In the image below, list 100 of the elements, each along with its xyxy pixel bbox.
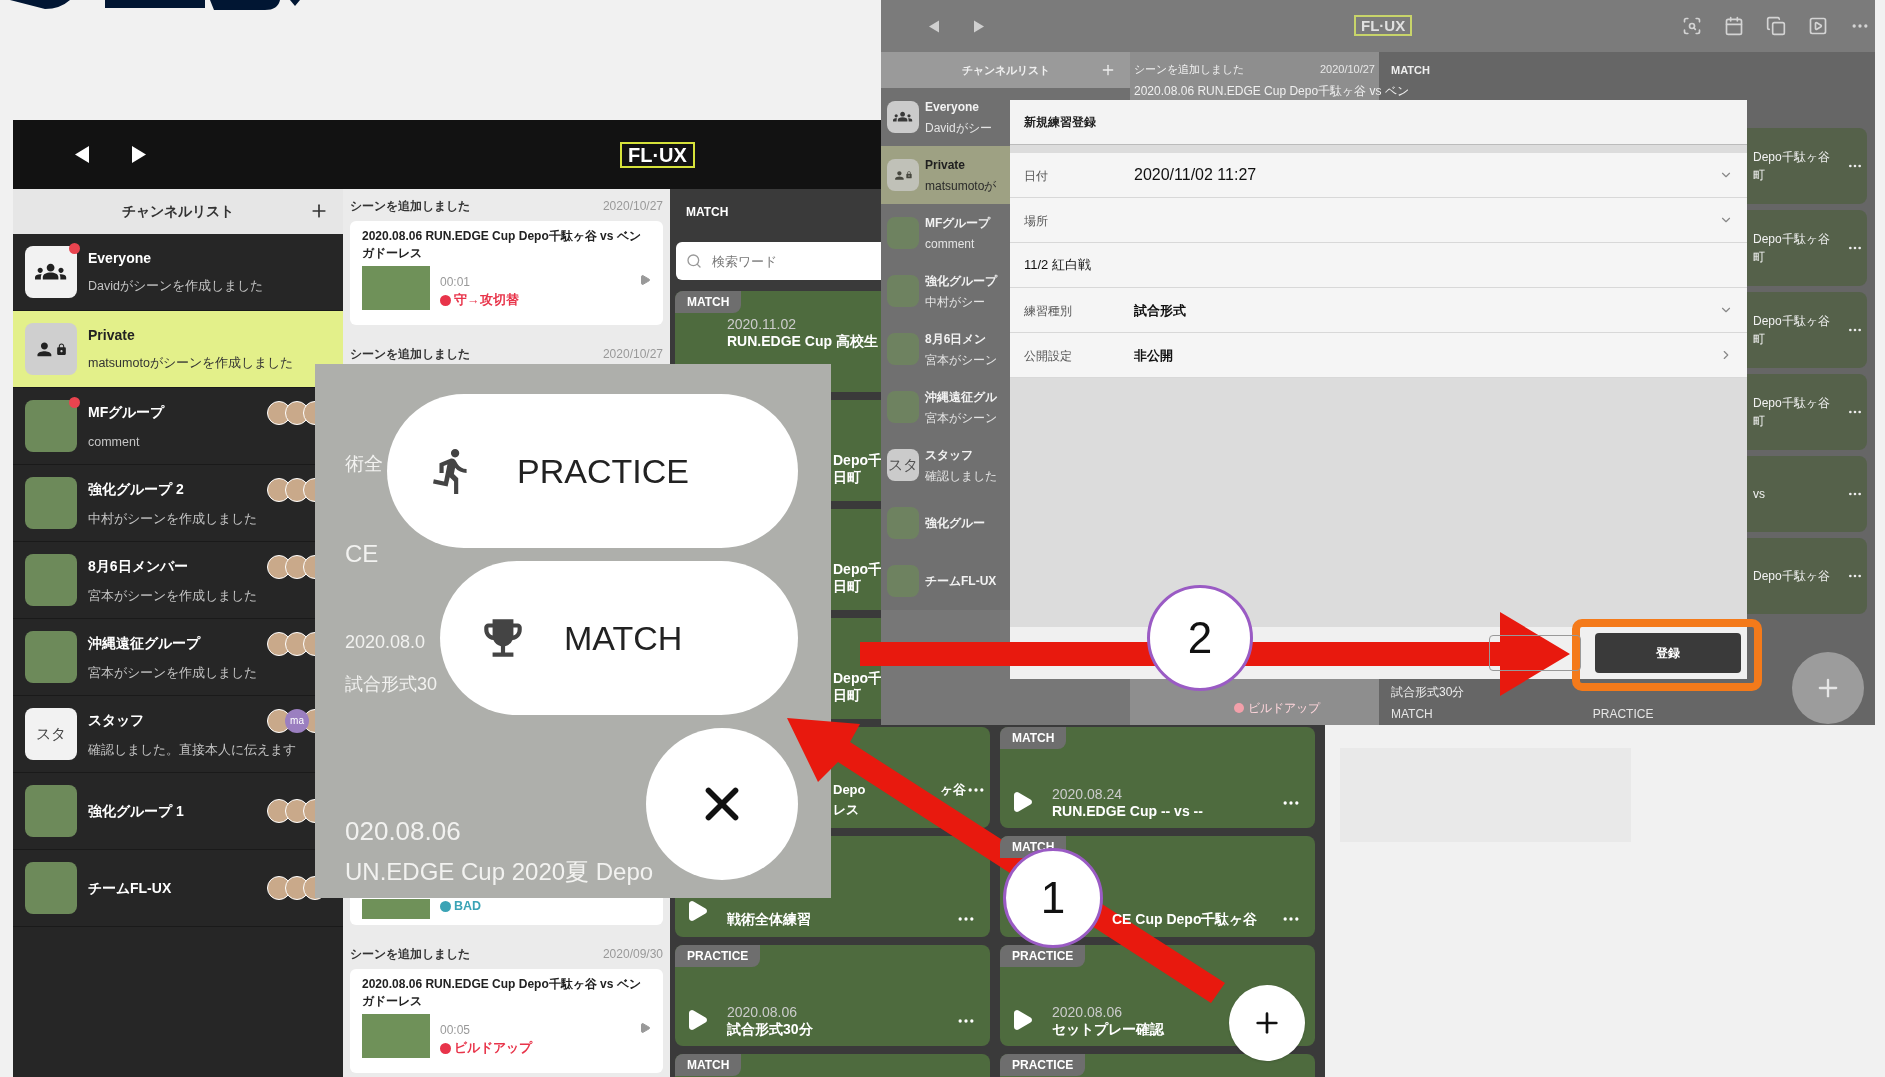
scene-card[interactable]: 2020.08.06 RUN.EDGE Cup Depo千駄ヶ谷 vs ベンガドーレス 00:05 ビルドアップ: [350, 969, 663, 1073]
feed-date: 2020/10/27: [1319, 61, 1375, 77]
scene-title: 2020.08.06 RUN.EDGE Cup Depo千駄ヶ谷 vs ベンガドーレス: [362, 228, 642, 262]
match-button[interactable]: MATCH: [440, 561, 798, 715]
link-field[interactable]: 公開設定 非公開: [1010, 333, 1747, 378]
channel-list-title: チャンネルリスト: [961, 62, 1050, 78]
channel-name: 沖縄遠征グループ: [88, 634, 200, 654]
photo-placeholder: [25, 477, 77, 529]
scene-tag: ビルドアップ: [454, 1039, 532, 1058]
channel-name: 強化グルー: [925, 515, 985, 532]
back-arrow-icon[interactable]: [75, 146, 89, 163]
card-title: vs: [1753, 486, 1765, 503]
video-card[interactable]: MATCH: [675, 1054, 990, 1077]
feed-date: 2020/10/27: [602, 346, 663, 363]
field-value: 2020/11/02 11:27: [1134, 166, 1257, 183]
channel-name: 強化グループ 1: [88, 801, 184, 821]
feed-header: シーンを追加しました: [350, 198, 470, 215]
card-title: CE Cup Depo千駄ヶ谷: [1112, 910, 1258, 928]
channel-subtitle: matsumotoが: [925, 177, 997, 195]
channel-item[interactable]: Private matsumotoがシーンを作成しました: [13, 311, 343, 388]
card-title: Depo千駄ヶ谷: [1753, 313, 1830, 330]
play-icon[interactable]: [639, 1022, 651, 1034]
channel-name: Private: [925, 156, 966, 174]
video-card[interactable]: Depo千駄ヶ谷 町: [1747, 374, 1867, 450]
card-title: 町: [1753, 413, 1765, 430]
channel-name: スタッフ: [925, 446, 973, 464]
video-card[interactable]: MATCH 2020.08.24 RUN.EDGE Cup -- vs --: [1000, 727, 1315, 828]
dialog-title: 新規練習登録: [1024, 114, 1096, 131]
channel-list-title: チャンネルリスト: [122, 202, 234, 221]
card-date: 2020.08.24: [1052, 785, 1123, 803]
card-label: MATCH: [1391, 706, 1433, 723]
channel-subtitle: 確認しました: [925, 467, 997, 485]
channel-name: チームFL-UX: [88, 878, 172, 898]
channel-subtitle: matsumotoがシーンを作成しました: [88, 355, 293, 373]
card-title: Depo: [833, 782, 866, 798]
card-title: Depo千: [833, 560, 882, 578]
photo-placeholder: [25, 785, 77, 837]
card-title: 日町: [833, 577, 861, 595]
copy-icon[interactable]: [1766, 16, 1787, 36]
card-title: Depo千駄ヶ谷: [1753, 149, 1830, 166]
person-lock-icon: [887, 159, 919, 191]
feed-date: 2020/10/27: [602, 198, 663, 215]
submit-button[interactable]: 登録: [1595, 633, 1741, 673]
person-lock-icon: [25, 323, 77, 375]
scan-search-icon[interactable]: [1682, 16, 1703, 36]
play-icon[interactable]: [639, 274, 651, 286]
card-title: Depo千: [833, 451, 882, 469]
card-date: 2020.11.02: [727, 315, 797, 333]
scene-tag: BAD: [454, 897, 482, 916]
video-card[interactable]: Depo千駄ヶ谷: [1747, 538, 1867, 614]
video-card[interactable]: Depo千駄ヶ谷 町: [1747, 292, 1867, 368]
channel-name: 強化グループ 2: [88, 480, 184, 500]
card-label: PRACTICE: [1592, 706, 1654, 723]
card-title: 町: [1753, 167, 1765, 184]
logo: FL·UX: [620, 141, 695, 168]
photo-placeholder: [25, 400, 77, 452]
faded-text: CE: [345, 539, 379, 569]
video-card[interactable]: PRACTICE: [1000, 1054, 1315, 1077]
faded-text: 020.08.06: [345, 815, 461, 848]
scene-card[interactable]: 2020.08.06 RUN.EDGE Cup Depo千駄ヶ谷 vs ベンガドーレス 00:01 守→攻切替: [350, 221, 663, 325]
card-label: MATCH: [1000, 727, 1067, 749]
channel-subtitle: comment: [88, 433, 140, 451]
select-field[interactable]: 場所: [1010, 198, 1747, 243]
channel-subtitle: 宮本がシーンを作成しました: [88, 587, 257, 605]
scene-title: 2020.08.06 RUN.EDGE Cup Depo千駄ヶ谷 vs ベン: [1134, 83, 1409, 100]
practice-button[interactable]: PRACTICE: [387, 394, 798, 548]
faded-text: 術全: [345, 452, 383, 476]
card-label: PRACTICE: [675, 945, 761, 967]
photo-placeholder: [25, 554, 77, 606]
card-title: Depo千駄ヶ谷: [1753, 231, 1830, 248]
channel-subtitle: comment: [925, 235, 975, 253]
photo-placeholder: [25, 631, 77, 683]
video-card[interactable]: Depo千駄ヶ谷 町: [1747, 128, 1867, 204]
channel-name: Everyone: [925, 98, 980, 116]
card-label: MATCH: [675, 291, 742, 313]
select-field[interactable]: 日付 2020/11/02 11:27: [1010, 153, 1747, 198]
channel-avatar: スタ: [25, 708, 77, 760]
video-card[interactable]: PRACTICE 2020.08.06 試合形式30分: [675, 945, 990, 1046]
channel-subtitle: Davidがシーンを作成しました: [88, 278, 263, 296]
video-card[interactable]: vs: [1747, 456, 1867, 532]
scene-tag: ビルドアップ: [1248, 699, 1320, 717]
scene-time: 00:05: [440, 1022, 471, 1040]
card-title: 町: [1753, 331, 1765, 348]
column-title: MATCH: [686, 203, 729, 221]
card-label: PRACTICE: [1000, 1054, 1086, 1076]
scene-tag: 守→攻切替: [454, 291, 519, 310]
select-field[interactable]: 練習種別 試合形式: [1010, 288, 1747, 333]
channel-subtitle: 宮本がシーンを作成しました: [88, 664, 257, 682]
faded-text: 2020.08.0: [345, 631, 426, 654]
channel-name: MFグループ: [925, 214, 991, 232]
text-field[interactable]: 11/2 紅白戦: [1010, 243, 1747, 288]
video-card[interactable]: Depo千駄ヶ谷 町: [1747, 210, 1867, 286]
feed-header: シーンを追加しました: [350, 346, 470, 363]
forward-arrow-icon[interactable]: [132, 146, 146, 163]
field-label: 日付: [1024, 169, 1048, 183]
calendar-icon[interactable]: [1724, 16, 1745, 36]
field-value: 試合形式: [1134, 303, 1186, 318]
photo-placeholder: [25, 862, 77, 914]
video-icon[interactable]: [1808, 16, 1829, 36]
search-icon: [686, 253, 702, 269]
